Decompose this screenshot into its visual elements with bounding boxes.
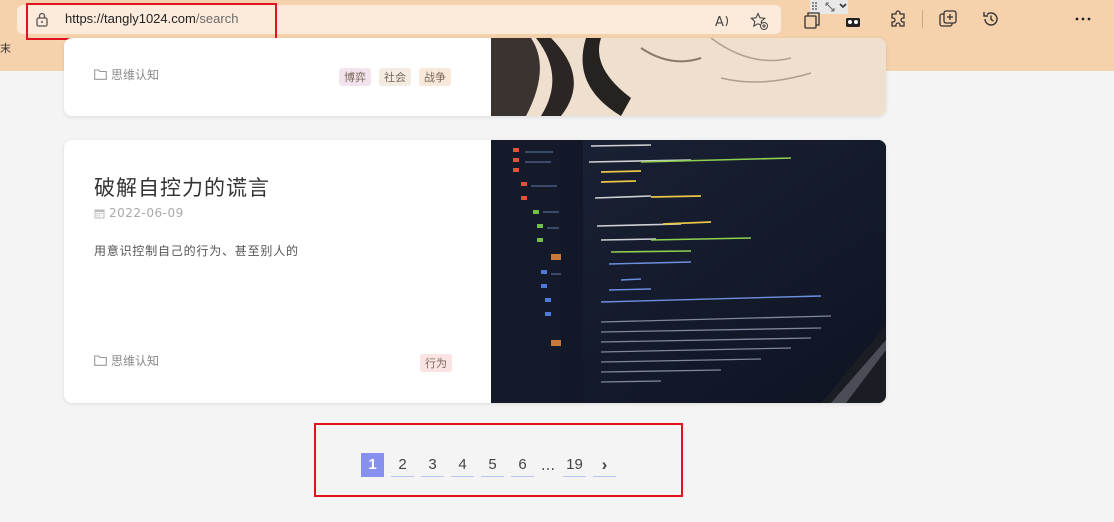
read-aloud-icon[interactable]: A bbox=[714, 12, 732, 30]
url-highlight-box bbox=[26, 3, 277, 40]
tag[interactable]: 行为 bbox=[420, 354, 452, 372]
date-label: 2022-06-09 bbox=[109, 206, 184, 220]
post-tags: 行为 bbox=[420, 354, 452, 372]
calendar-icon bbox=[94, 209, 105, 218]
tag[interactable]: 战争 bbox=[419, 68, 451, 86]
svg-text:A: A bbox=[715, 15, 724, 30]
side-text-fragment: 末 bbox=[0, 42, 11, 55]
screenshot-icon[interactable] bbox=[802, 9, 822, 29]
post-cover-image[interactable] bbox=[491, 38, 886, 116]
collections-icon[interactable] bbox=[938, 9, 958, 29]
post-tags: 博弈 社会 战争 bbox=[339, 68, 451, 86]
post-category[interactable]: 思维认知 bbox=[94, 352, 159, 369]
folder-icon bbox=[94, 69, 107, 80]
post-card[interactable]: 破解自控力的谎言 2022-06-09 用意识控制自己的行为、甚至别人的 思维认… bbox=[64, 140, 886, 403]
post-excerpt: 用意识控制自己的行为、甚至别人的 bbox=[94, 244, 299, 258]
category-label: 思维认知 bbox=[111, 68, 160, 82]
post-category[interactable]: 思维认知 bbox=[94, 66, 159, 83]
more-icon[interactable] bbox=[1073, 9, 1093, 29]
folder-icon bbox=[94, 355, 107, 366]
history-icon[interactable] bbox=[981, 9, 1001, 29]
tag[interactable]: 社会 bbox=[379, 68, 411, 86]
post-title[interactable]: 破解自控力的谎言 bbox=[94, 172, 270, 202]
post-date: 2022-06-09 bbox=[94, 206, 184, 220]
extension-badge-icon[interactable] bbox=[843, 9, 863, 29]
category-label: 思维认知 bbox=[111, 354, 160, 368]
pagination-highlight-box bbox=[314, 423, 683, 497]
post-cover-image[interactable] bbox=[491, 140, 886, 403]
extensions-icon[interactable] bbox=[889, 9, 909, 29]
tag[interactable]: 博弈 bbox=[339, 68, 371, 86]
favorite-add-icon[interactable] bbox=[750, 12, 768, 30]
toolbar-divider bbox=[922, 10, 923, 28]
post-card[interactable]: 思维认知 博弈 社会 战争 bbox=[64, 38, 886, 116]
